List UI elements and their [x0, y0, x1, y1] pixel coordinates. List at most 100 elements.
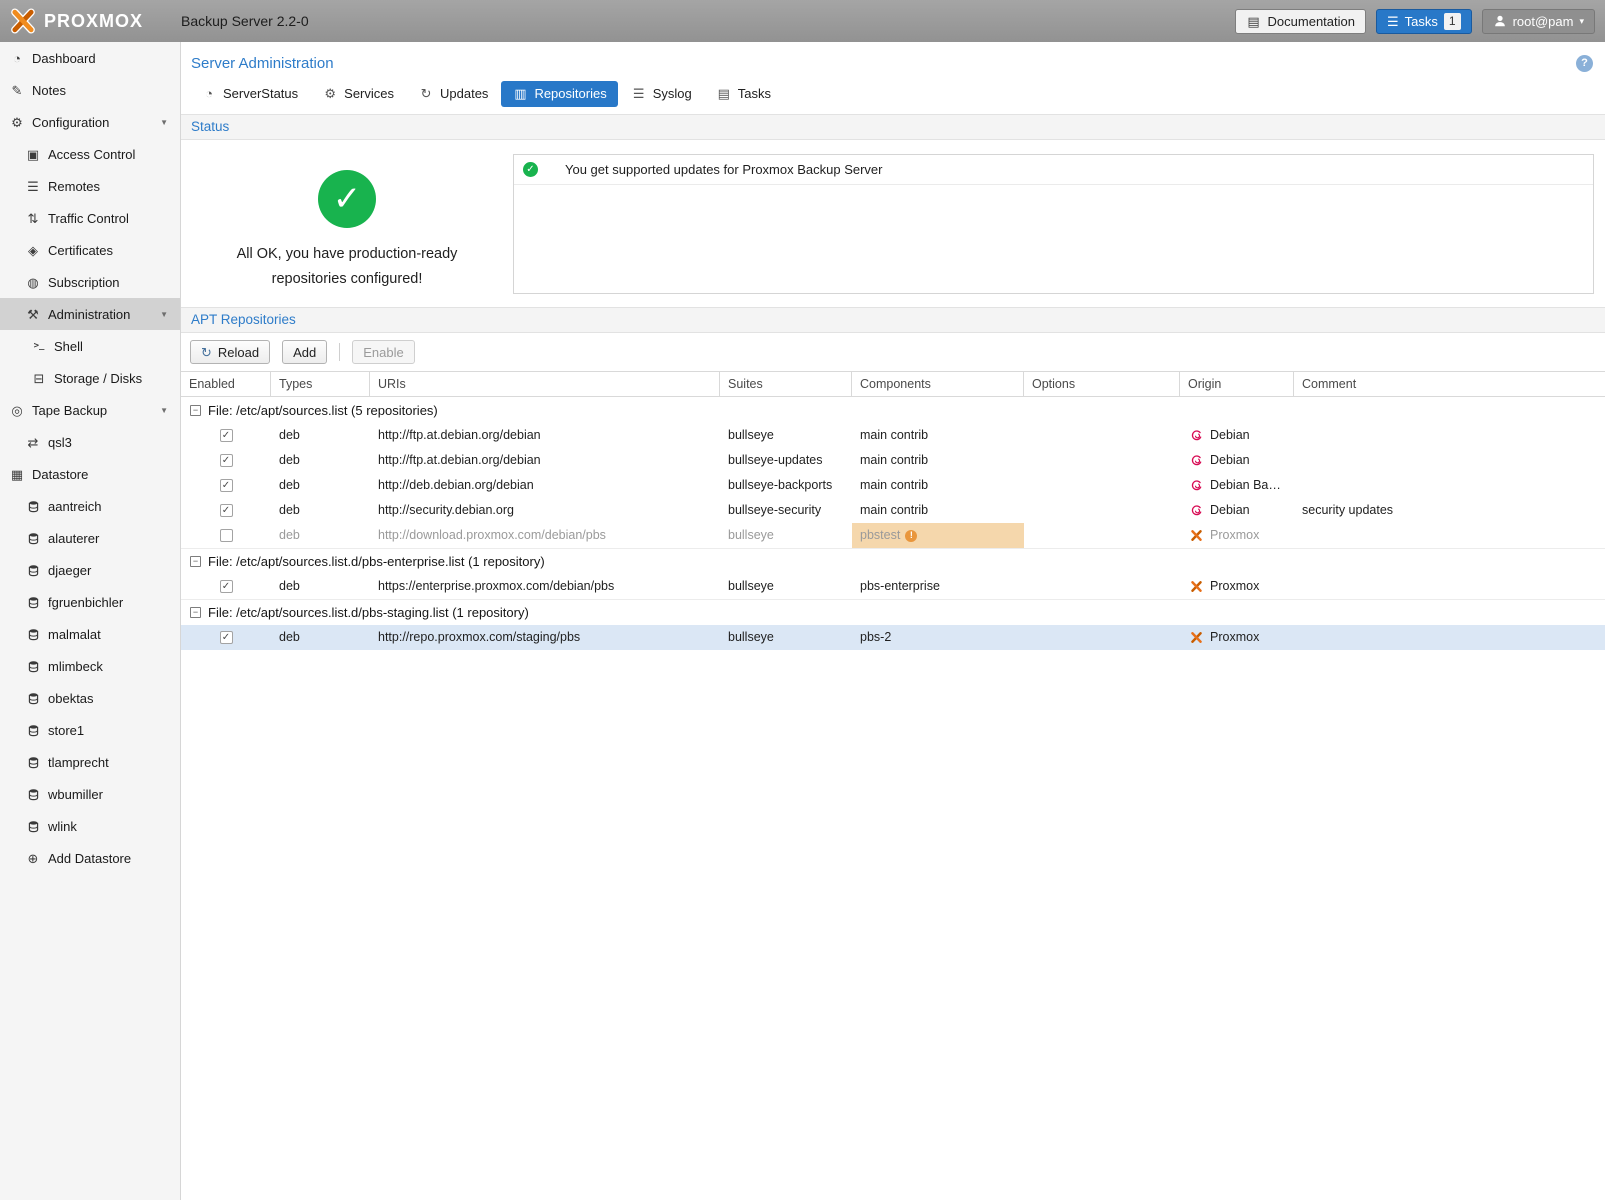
table-row[interactable]: ✓debhttp://deb.debian.org/debianbullseye… [181, 473, 1605, 498]
origin-cell: Debian Ba… [1180, 473, 1294, 498]
row-enabled-checkbox[interactable]: ✓ [220, 504, 233, 517]
syslog-icon: ☰ [631, 87, 647, 100]
tab-syslog[interactable]: ☰Syslog [620, 81, 703, 107]
reload-button[interactable]: ↻ Reload [190, 340, 270, 364]
collapse-icon[interactable]: − [190, 405, 201, 416]
tab-services[interactable]: ⚙Services [311, 81, 405, 107]
sidebar-item-tlamprecht[interactable]: tlamprecht [0, 746, 180, 778]
sidebar-item-mlimbeck[interactable]: mlimbeck [0, 650, 180, 682]
repositories-table: EnabledTypesURIsSuitesComponentsOptionsO… [181, 371, 1605, 650]
sidebar-item-malmalat[interactable]: malmalat [0, 618, 180, 650]
column-header-options[interactable]: Options [1024, 372, 1180, 396]
apt-toolbar: ↻ Reload Add Enable [181, 333, 1605, 371]
column-header-uris[interactable]: URIs [370, 372, 720, 396]
uri-cell: https://enterprise.proxmox.com/debian/pb… [370, 574, 720, 599]
tab-tasks[interactable]: ▤Tasks [705, 81, 782, 107]
group-row[interactable]: −File: /etc/apt/sources.list.d/pbs-stagi… [181, 599, 1605, 625]
sidebar-item-wlink[interactable]: wlink [0, 810, 180, 842]
sidebar-item-label: qsl3 [48, 435, 72, 450]
debian-icon [1188, 429, 1204, 442]
sidebar-item-remotes[interactable]: ☰Remotes [0, 170, 180, 202]
sidebar-item-aantreich[interactable]: aantreich [0, 490, 180, 522]
column-header-types[interactable]: Types [271, 372, 370, 396]
database-icon [25, 500, 41, 513]
suite-cell: bullseye-backports [720, 473, 852, 498]
column-header-comment[interactable]: Comment [1294, 372, 1605, 396]
table-row[interactable]: ✓debhttps://enterprise.proxmox.com/debia… [181, 574, 1605, 599]
components-cell: pbstest ! [852, 523, 1024, 548]
column-header-components[interactable]: Components [852, 372, 1024, 396]
tasks-button[interactable]: ☰ Tasks 1 [1376, 9, 1472, 34]
column-header-suites[interactable]: Suites [720, 372, 852, 396]
sidebar-item-obektas[interactable]: obektas [0, 682, 180, 714]
row-enabled-checkbox[interactable]: ✓ [220, 631, 233, 644]
debian-icon [1188, 479, 1204, 492]
sidebar-item-fgruenbichler[interactable]: fgruenbichler [0, 586, 180, 618]
sidebar-item-wbumiller[interactable]: wbumiller [0, 778, 180, 810]
repo-icon: ▥ [512, 87, 528, 100]
table-row[interactable]: ✓debhttp://ftp.at.debian.org/debianbulls… [181, 423, 1605, 448]
sidebar-item-alauterer[interactable]: alauterer [0, 522, 180, 554]
sidebar-item-tape-backup[interactable]: ◎Tape Backup▼ [0, 394, 180, 426]
reload-icon: ↻ [201, 346, 212, 359]
sidebar-item-shell[interactable]: >_Shell [0, 330, 180, 362]
row-enabled-checkbox[interactable]: ✓ [220, 429, 233, 442]
enable-label: Enable [363, 345, 403, 360]
table-row[interactable]: ✓debhttp://security.debian.orgbullseye-s… [181, 498, 1605, 523]
tab-repositories[interactable]: ▥ Repositories [501, 81, 617, 107]
sidebar-item-add-datastore[interactable]: ⊕Add Datastore [0, 842, 180, 874]
comment-cell: security updates [1294, 498, 1605, 523]
table-row[interactable]: debhttp://download.proxmox.com/debian/pb… [181, 523, 1605, 548]
add-button[interactable]: Add [282, 340, 327, 364]
sidebar-item-configuration[interactable]: ⚙Configuration▼ [0, 106, 180, 138]
caret-down-icon[interactable]: ▼ [160, 406, 168, 415]
sidebar-item-label: obektas [48, 691, 94, 706]
sidebar-item-datastore[interactable]: ▦Datastore [0, 458, 180, 490]
group-row[interactable]: −File: /etc/apt/sources.list.d/pbs-enter… [181, 548, 1605, 574]
ok-check-icon: ✓ [318, 170, 376, 228]
collapse-icon[interactable]: − [190, 556, 201, 567]
tab-serverstatus[interactable]: ◔ServerStatus [190, 81, 309, 107]
database-icon [25, 564, 41, 577]
type-cell: deb [271, 448, 370, 473]
column-header-enabled[interactable]: Enabled [181, 372, 271, 396]
help-icon[interactable]: ? [1576, 55, 1593, 72]
database-icon [25, 596, 41, 609]
uri-cell: http://download.proxmox.com/debian/pbs [370, 523, 720, 548]
row-enabled-checkbox[interactable]: ✓ [220, 454, 233, 467]
sidebar-item-traffic-control[interactable]: ⇅Traffic Control [0, 202, 180, 234]
sidebar-item-notes[interactable]: ✎Notes [0, 74, 180, 106]
sidebar-item-administration[interactable]: ⚒Administration▼ [0, 298, 180, 330]
row-enabled-checkbox[interactable]: ✓ [220, 580, 233, 593]
sidebar-item-dashboard[interactable]: ◔Dashboard [0, 42, 180, 74]
dashboard-icon: ◔ [9, 52, 25, 65]
sidebar-item-qsl3[interactable]: ⇄qsl3 [0, 426, 180, 458]
sidebar-item-certificates[interactable]: ◈Certificates [0, 234, 180, 266]
suite-cell: bullseye-updates [720, 448, 852, 473]
tab-label: Repositories [534, 86, 606, 101]
user-menu-button[interactable]: root@pam ▾ [1482, 9, 1595, 34]
book-icon: ▤ [1246, 15, 1262, 28]
caret-down-icon[interactable]: ▼ [160, 118, 168, 127]
sidebar-item-access-control[interactable]: ▣Access Control [0, 138, 180, 170]
row-enabled-checkbox[interactable]: ✓ [220, 479, 233, 492]
group-row[interactable]: −File: /etc/apt/sources.list (5 reposito… [181, 397, 1605, 423]
database-icon [25, 724, 41, 737]
row-enabled-checkbox[interactable] [220, 529, 233, 542]
table-row[interactable]: ✓debhttp://repo.proxmox.com/staging/pbsb… [181, 625, 1605, 650]
collapse-icon[interactable]: − [190, 607, 201, 618]
caret-down-icon[interactable]: ▼ [160, 310, 168, 319]
documentation-button[interactable]: ▤ Documentation [1235, 9, 1366, 34]
tab-updates[interactable]: ↻Updates [407, 81, 499, 107]
column-header-origin[interactable]: Origin [1180, 372, 1294, 396]
type-cell: deb [271, 423, 370, 448]
sidebar-item-subscription[interactable]: ◍Subscription [0, 266, 180, 298]
sidebar-item-store1[interactable]: store1 [0, 714, 180, 746]
enable-button[interactable]: Enable [352, 340, 414, 364]
topbar: PROXMOX Backup Server 2.2-0 ▤ Documentat… [0, 0, 1605, 42]
sidebar-item-djaeger[interactable]: djaeger [0, 554, 180, 586]
uri-cell: http://ftp.at.debian.org/debian [370, 423, 720, 448]
table-row[interactable]: ✓debhttp://ftp.at.debian.org/debianbulls… [181, 448, 1605, 473]
sidebar-item-storage-disks[interactable]: ⊟Storage / Disks [0, 362, 180, 394]
tasks-count-badge: 1 [1444, 13, 1461, 30]
